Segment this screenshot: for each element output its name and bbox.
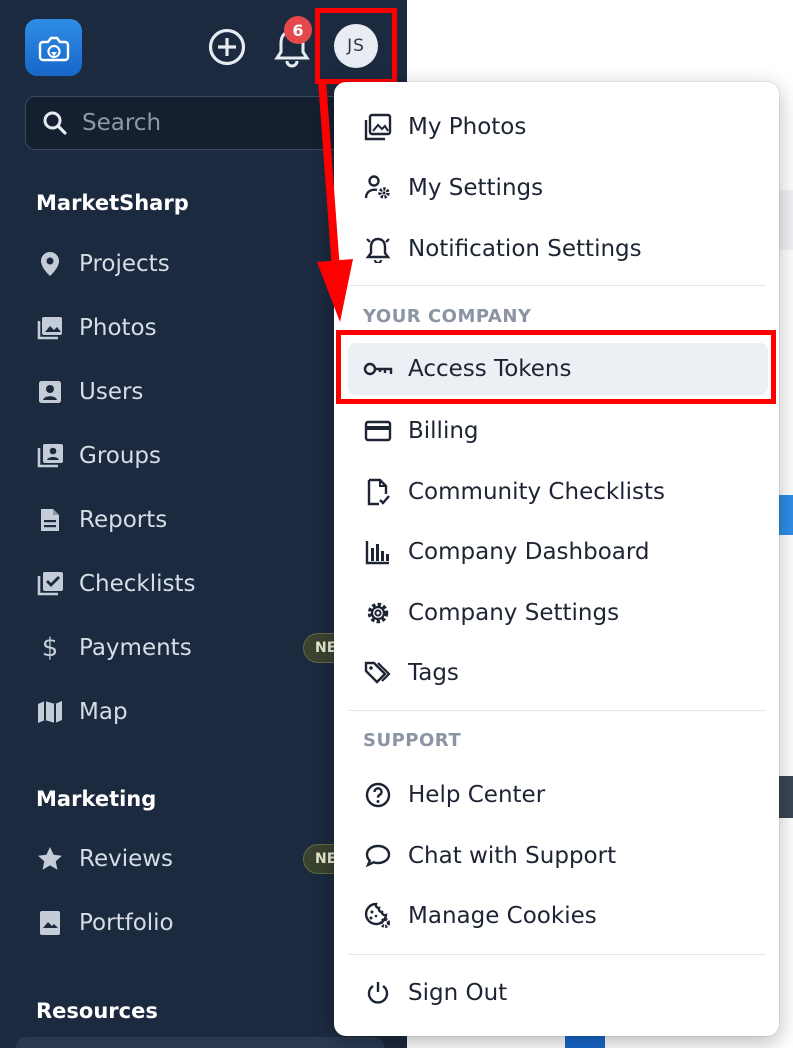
- menu-item-label: Billing: [408, 418, 479, 444]
- menu-item-label: Notification Settings: [408, 236, 642, 262]
- sidebar-item-label: Portfolio: [79, 910, 174, 936]
- sidebar-item-photos[interactable]: Photos: [36, 308, 157, 348]
- sidebar-item-users[interactable]: Users: [36, 372, 143, 412]
- sidebar-item-checklists[interactable]: Checklists: [36, 564, 196, 604]
- menu-section-support: SUPPORT: [363, 730, 462, 751]
- menu-item-help-center[interactable]: Help Center: [348, 769, 768, 821]
- resources-item[interactable]: [16, 1037, 384, 1048]
- user-avatar[interactable]: JS: [334, 24, 378, 68]
- search-placeholder: Search: [82, 110, 162, 136]
- menu-item-tags[interactable]: Tags: [348, 647, 768, 699]
- menu-item-billing[interactable]: Billing: [348, 405, 768, 457]
- plus-circle-icon: [208, 28, 246, 66]
- credit-card-icon: [362, 415, 394, 447]
- sidebar-item-label: Groups: [79, 443, 162, 469]
- menu-item-label: Company Settings: [408, 600, 620, 626]
- tags-icon: [362, 657, 394, 689]
- user-dropdown-menu: My Photos My Settings Notification Setti…: [334, 82, 779, 1036]
- sidebar-item-label: Photos: [79, 315, 157, 341]
- menu-item-label: My Settings: [408, 175, 544, 201]
- menu-item-label: Access Tokens: [408, 356, 572, 382]
- sidebar-item-reports[interactable]: Reports: [36, 500, 167, 540]
- map-pin-icon: [36, 250, 64, 278]
- sidebar-item-label: Payments: [79, 635, 192, 661]
- app-logo[interactable]: [25, 19, 82, 76]
- user-gear-icon: [362, 172, 394, 204]
- user-badge-icon: [36, 378, 64, 406]
- sidebar-item-portfolio[interactable]: Portfolio: [36, 903, 174, 943]
- menu-item-label: Community Checklists: [408, 479, 665, 505]
- photos-icon: [36, 314, 64, 342]
- section-title-marketsharp: MarketSharp: [36, 191, 189, 215]
- menu-item-my-settings[interactable]: My Settings: [348, 162, 768, 214]
- menu-item-company-settings[interactable]: Company Settings: [348, 587, 768, 639]
- user-menu-highlight: JS: [315, 8, 397, 84]
- menu-divider: [348, 954, 766, 955]
- sidebar-item-label: Map: [79, 699, 128, 725]
- menu-item-label: Tags: [408, 660, 459, 686]
- sidebar-item-label: Checklists: [79, 571, 196, 597]
- menu-item-community-checklists[interactable]: Community Checklists: [348, 466, 768, 518]
- menu-item-label: My Photos: [408, 114, 527, 140]
- chat-bubble-icon: [362, 840, 394, 872]
- section-title-marketing: Marketing: [36, 787, 157, 811]
- menu-item-label: Chat with Support: [408, 843, 617, 869]
- notification-count-badge: 6: [284, 16, 312, 44]
- checklist-doc-icon: [362, 476, 394, 508]
- section-title-resources: Resources: [36, 999, 158, 1023]
- menu-divider: [348, 710, 766, 711]
- gear-icon: [362, 597, 394, 629]
- key-icon: [362, 353, 394, 385]
- menu-item-label: Company Dashboard: [408, 539, 650, 565]
- sidebar-item-label: Reports: [79, 507, 168, 533]
- menu-item-label: Help Center: [408, 782, 546, 808]
- document-icon: [36, 506, 64, 534]
- menu-item-my-photos[interactable]: My Photos: [348, 101, 768, 153]
- menu-item-manage-cookies[interactable]: Manage Cookies: [348, 890, 768, 942]
- menu-item-notification-settings[interactable]: Notification Settings: [348, 223, 768, 275]
- sidebar-item-reviews[interactable]: Reviews: [36, 839, 173, 879]
- map-icon: [36, 698, 64, 726]
- search-icon: [43, 111, 67, 135]
- sidebar-item-label: Projects: [79, 251, 170, 277]
- star-icon: [36, 845, 64, 873]
- menu-item-chat-with-support[interactable]: Chat with Support: [348, 830, 768, 882]
- help-circle-icon: [362, 779, 394, 811]
- sidebar-item-label: Users: [79, 379, 144, 405]
- menu-item-label: Sign Out: [408, 980, 508, 1006]
- sidebar-item-groups[interactable]: Groups: [36, 436, 161, 476]
- menu-item-access-tokens[interactable]: Access Tokens: [348, 343, 768, 395]
- bell-alert-icon: [362, 233, 394, 265]
- sidebar-item-projects[interactable]: Projects: [36, 244, 170, 284]
- portfolio-icon: [36, 909, 64, 937]
- menu-section-your-company: YOUR COMPANY: [363, 306, 532, 327]
- dollar-icon: $: [41, 633, 59, 663]
- groups-icon: [36, 442, 64, 470]
- checklist-icon: [36, 570, 64, 598]
- power-icon: [362, 977, 394, 1009]
- image-icon: [362, 111, 394, 143]
- sidebar-item-label: Reviews: [79, 846, 174, 872]
- menu-divider: [348, 285, 766, 286]
- search-input[interactable]: Search: [25, 96, 385, 150]
- cookie-gear-icon: [362, 900, 394, 932]
- camera-logo-icon: [38, 36, 69, 61]
- menu-item-label: Manage Cookies: [408, 903, 597, 929]
- sidebar-item-payments[interactable]: $ Payments: [36, 628, 192, 668]
- sidebar-item-map[interactable]: Map: [36, 692, 128, 732]
- bar-chart-icon: [362, 536, 394, 568]
- menu-item-sign-out[interactable]: Sign Out: [348, 967, 768, 1019]
- add-button[interactable]: [206, 26, 248, 68]
- menu-item-company-dashboard[interactable]: Company Dashboard: [348, 526, 768, 578]
